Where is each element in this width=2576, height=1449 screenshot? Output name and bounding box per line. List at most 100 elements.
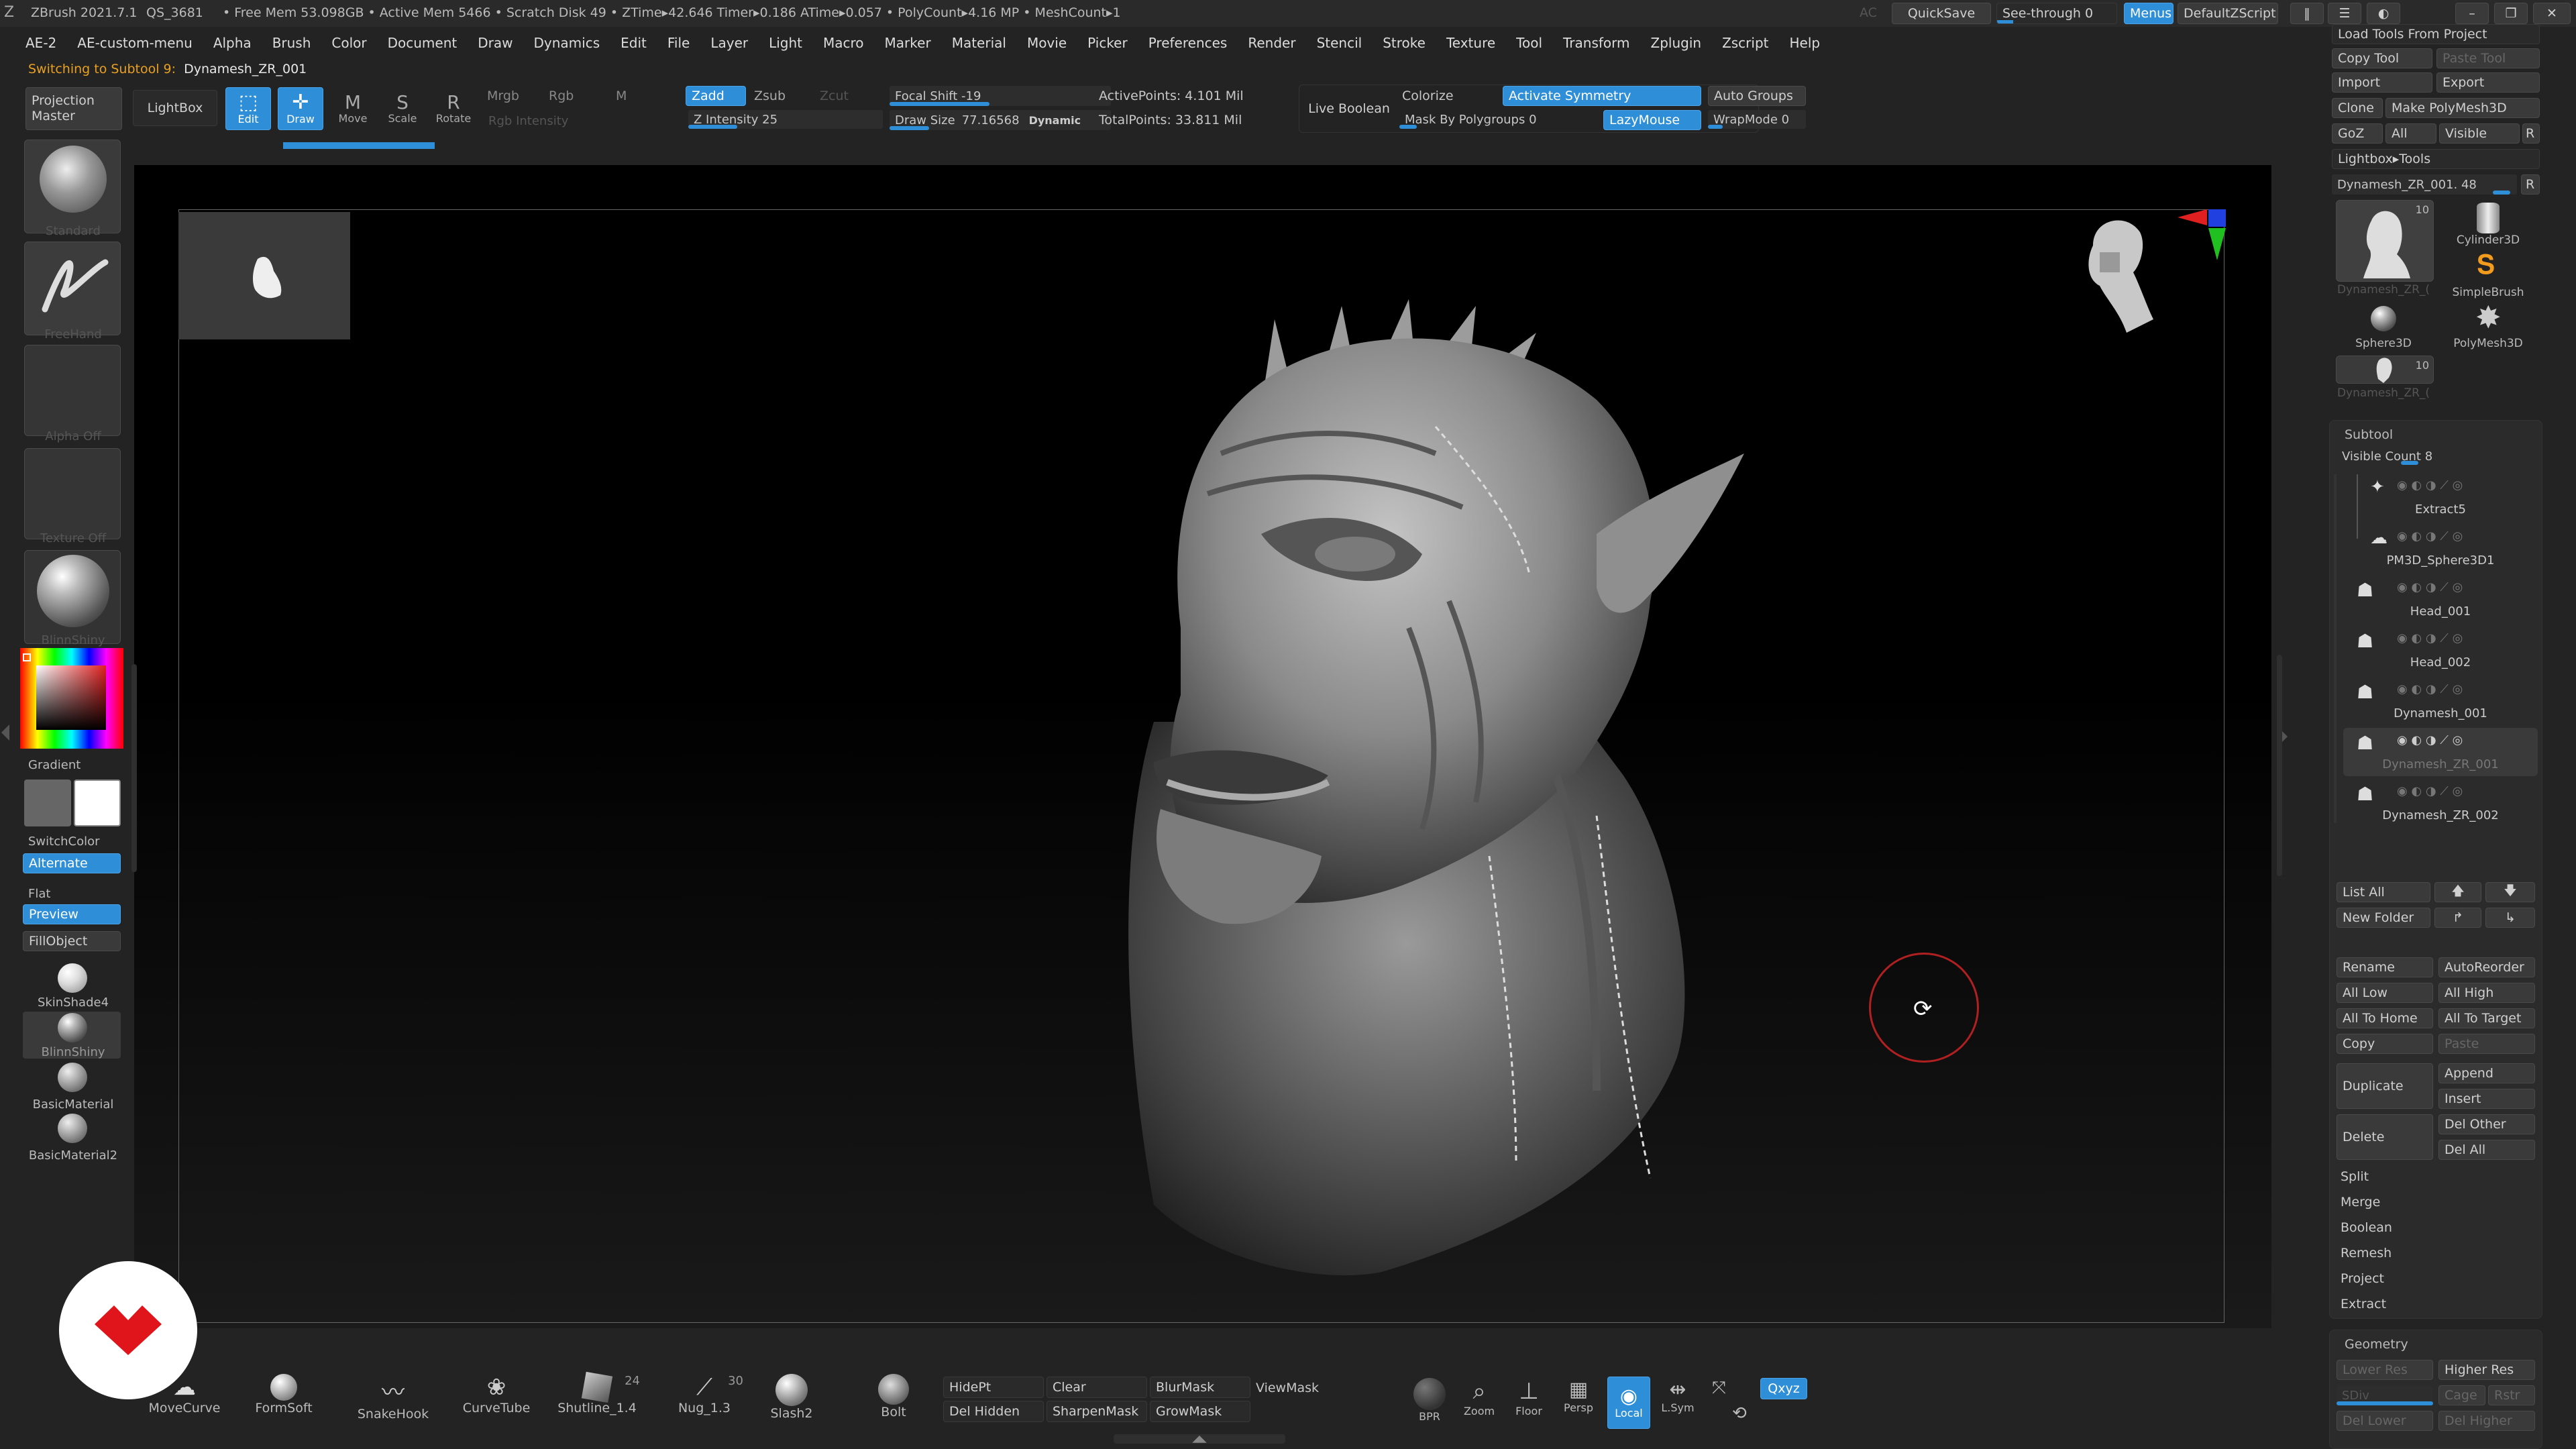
zsub-button[interactable]: Zsub [754,90,786,103]
contrast-icon[interactable]: ◐ [2367,3,2400,24]
wrapmode-slider[interactable]: WrapMode 0 [1708,110,1806,129]
subtool-row-head-002[interactable]: ☗ ◉ ◐ ◑ ⟋ ◎ Head_002 [2334,626,2538,674]
auto-groups-button[interactable]: Auto Groups [1708,86,1806,106]
del-higher-button[interactable]: Del Higher [2438,1411,2535,1431]
zoom-button[interactable]: ⌕ Zoom [1456,1378,1503,1429]
bottom-tray-handle[interactable]: ◢◣ [1114,1434,1285,1444]
copy-subtool-button[interactable]: Copy [2337,1034,2433,1054]
menu-light[interactable]: Light [769,35,802,51]
navigation-thumbnail[interactable] [178,212,350,339]
alpha-thumbnail[interactable] [24,345,121,436]
menu-material[interactable]: Material [952,35,1006,51]
orientation-gizmo[interactable] [2053,205,2227,339]
tool-thumb-dynamesh-zr-active[interactable]: 10 [2336,200,2434,282]
rgb-button[interactable]: Rgb [549,90,574,103]
new-folder-button[interactable]: New Folder [2337,908,2430,928]
skinshade4-sphere[interactable] [58,963,87,993]
goz-r-button[interactable]: R [2522,123,2540,144]
menu-file[interactable]: File [667,35,690,51]
mrgb-button[interactable]: Mrgb [487,90,519,103]
menu-edit[interactable]: Edit [621,35,647,51]
palette-toggle-icon[interactable]: ☰ [2328,3,2361,24]
rgb-intensity-slider[interactable]: Rgb Intensity [483,111,682,130]
canvas[interactable]: ⟳ [134,165,2271,1328]
boolean-section[interactable]: Boolean [2341,1222,2392,1234]
visible-count-slider[interactable]: Visible Count 8 [2337,447,2535,465]
close-icon[interactable]: ✕ [2533,3,2571,24]
menus-toggle[interactable]: Menus [2124,3,2174,24]
load-tools-button[interactable]: Load Tools From Project [2332,24,2540,44]
brush-slot-slash2[interactable]: Slash2 [751,1374,832,1430]
head-002-toggles[interactable]: ◉ ◐ ◑ ⟋ ◎ [2397,631,2463,645]
restore-icon[interactable]: ❐ [2494,3,2528,24]
move-down-button[interactable]: 🡇 [2485,882,2535,902]
remesh-section[interactable]: Remesh [2341,1247,2392,1260]
left-scroll-handle[interactable] [131,664,137,872]
main-color-swatch[interactable] [74,780,121,826]
paste-subtool-button[interactable]: Paste [2438,1034,2535,1054]
clear-mask-button[interactable]: Clear [1046,1377,1147,1398]
menu-stencil[interactable]: Stencil [1317,35,1362,51]
del-other-button[interactable]: Del Other [2438,1114,2535,1134]
make-polymesh-button[interactable]: Make PolyMesh3D [2385,98,2540,118]
default-zscript-button[interactable]: DefaultZScript [2178,3,2278,24]
focal-shift-slider[interactable]: Focal Shift -19 [890,86,1111,106]
brush-slot-bolt[interactable]: Bolt [860,1374,927,1430]
rename-button[interactable]: Rename [2337,957,2433,977]
live-boolean-button[interactable]: Live Boolean [1299,86,1399,131]
sculpt-render[interactable] [1006,252,1878,1299]
all-to-home-button[interactable]: All To Home [2337,1008,2433,1028]
see-through-slider[interactable]: See-through 0 [1996,3,2117,24]
scale-mode-button[interactable]: S Scale [380,87,425,130]
color-picker[interactable] [20,648,123,749]
activate-symmetry-button[interactable]: Activate Symmetry [1503,86,1701,106]
move-view-icon[interactable]: ⤧ [1712,1378,1726,1399]
lower-res-button[interactable]: Lower Res [2337,1360,2433,1380]
menu-picker[interactable]: Picker [1087,35,1128,51]
sdiv-slider[interactable]: SDiv [2337,1385,2433,1405]
all-low-button[interactable]: All Low [2337,983,2433,1003]
higher-res-button[interactable]: Higher Res [2438,1360,2535,1380]
hidept-button[interactable]: HidePt [943,1377,1044,1398]
zadd-button[interactable]: Zadd [686,86,746,106]
list-all-button[interactable]: List All [2337,882,2430,902]
extract-section[interactable]: Extract [2341,1298,2386,1311]
brush-slot-formsoft[interactable]: FormSoft [247,1374,321,1430]
color-picker-field[interactable] [36,665,106,730]
fillobject-button[interactable]: FillObject [23,931,121,951]
dynamesh-001-toggles[interactable]: ◉ ◐ ◑ ⟋ ◎ [2397,682,2463,696]
lsym-button[interactable]: ⇹ L.Sym [1654,1378,1701,1429]
del-lower-button[interactable]: Del Lower [2337,1411,2433,1431]
menu-help[interactable]: Help [1790,35,1821,51]
clone-button[interactable]: Clone [2332,98,2383,118]
subtool-row-dynamesh-zr-001[interactable]: ☗ ◉ ◐ ◑ ⟋ ◎ Dynamesh_ZR_001 [2343,728,2538,776]
subtool-row-dynamesh-zr-002[interactable]: ☗ ◉ ◐ ◑ ⟋ ◎ Dynamesh_ZR_002 [2343,779,2538,827]
menu-zplugin[interactable]: Zplugin [1651,35,1702,51]
move-mode-button[interactable]: M Move [330,87,376,130]
split-section[interactable]: Split [2341,1171,2369,1183]
insert-button[interactable]: Insert [2438,1089,2535,1109]
all-to-target-button[interactable]: All To Target [2438,1008,2535,1028]
mask-by-polygroups-slider[interactable]: Mask By Polygroups 0 [1399,110,1598,129]
folder-move-icon[interactable]: ↳ [2485,908,2535,928]
rotate-mode-button[interactable]: R Rotate [431,87,476,130]
m-button[interactable]: M [616,90,627,103]
xyz-rotation-button[interactable]: Qxyz [1760,1378,1807,1399]
goz-visible-button[interactable]: Visible [2439,123,2520,144]
menu-brush[interactable]: Brush [272,35,311,51]
current-tool-slider[interactable]: Dynamesh_ZR_001. 48 [2332,174,2517,195]
duplicate-button[interactable]: Duplicate [2337,1063,2433,1109]
append-button[interactable]: Append [2438,1063,2535,1083]
delete-button[interactable]: Delete [2337,1114,2433,1160]
subtool-row-extract5[interactable]: ✦ ◉ ◐ ◑ ⟋ ◎ Extract5 [2343,473,2538,521]
brush-slot-curvetube[interactable]: ❀ CurveTube [449,1374,543,1430]
cage-button[interactable]: Cage [2438,1385,2485,1405]
zcut-button[interactable]: Zcut [820,90,849,103]
stroke-thumbnail[interactable] [24,241,121,335]
import-button[interactable]: Import [2332,72,2432,93]
draw-size-slider[interactable]: Draw Size 77.16568 Dynamic [890,110,1111,130]
colorize-button[interactable]: Colorize [1402,90,1454,103]
subtool-row-head-001[interactable]: ☗ ◉ ◐ ◑ ⟋ ◎ Head_001 [2343,575,2538,623]
brush-slot-shutline[interactable]: Shutline_1.4 24 [550,1371,644,1430]
right-scroll-handle[interactable] [2277,655,2282,876]
